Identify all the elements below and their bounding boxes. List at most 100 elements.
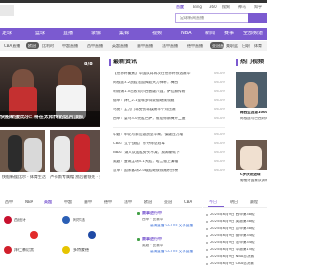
thumbnail-caption[interactable]: 卢卡斯专属帽 然后被领先 · 对手	[50, 175, 100, 179]
subnav-ligue1[interactable]: 法甲直播	[162, 44, 178, 48]
news-item[interactable]: 中超：申花与泰山激战至平局，保级压力增	[113, 133, 211, 137]
match-status: 赛事进行中	[142, 237, 162, 241]
subnav-sports[interactable]: 体育	[254, 44, 262, 48]
news-date: 06-09	[214, 133, 225, 136]
news-item[interactable]: 意甲：国米客场2-0取胜继续领跑积分榜	[113, 169, 211, 173]
subnav-belgium[interactable]: 比利时	[42, 44, 54, 48]
nav-item-live[interactable]: 直播	[63, 31, 73, 36]
news-item[interactable]: 西甲：皇马3-0完胜巴萨，维尼修斯梅开二度	[113, 117, 211, 121]
schedule-item[interactable]: 2025年6月9日 中超第15轮	[210, 248, 267, 252]
subnav-selected[interactable]: 欧冠	[28, 44, 36, 48]
site-logo[interactable]	[0, 5, 14, 16]
video-thumbnail[interactable]	[236, 140, 267, 170]
subnav-nba[interactable]: 美职篮	[226, 44, 238, 48]
schedule-item[interactable]: 2025年6月9日 英超第38轮	[210, 220, 267, 224]
news-item[interactable]: NBA：湖人队连胜势头不减，詹姆斯砍下	[113, 151, 211, 155]
nav-item-events[interactable]: 赛事	[224, 31, 234, 36]
tab-bundesliga[interactable]: 德甲	[104, 200, 112, 204]
tab-ligue1[interactable]: 法甲	[124, 200, 132, 204]
schedule-item[interactable]: 2025年6月9日 西甲第38轮	[210, 213, 267, 217]
schedule-item[interactable]: 2025年6月9日 NBA总决赛	[210, 255, 267, 259]
search-button[interactable]	[248, 13, 267, 23]
thumbnail-caption[interactable]: 快船新援比尔 · 体育生活	[2, 175, 46, 179]
news-item[interactable]: CBA：辽宁战胜广东夺得总冠军	[113, 142, 211, 146]
tab-cba[interactable]: CBA	[184, 200, 192, 204]
search-input[interactable]: 足球新闻直播	[175, 13, 250, 23]
news-item[interactable]: 马竞：主力门将受伤将缺席半个月比赛	[113, 108, 211, 112]
player-figure	[244, 82, 258, 108]
news-item[interactable]: 利物浦1-0击败切尔西晋级八强，萨拉赫传射	[113, 90, 211, 94]
match-status: 赛事进行中	[142, 211, 162, 215]
nav-item-replay[interactable]: 录像	[91, 31, 101, 36]
schedule-item[interactable]: 2025年6月9日 意甲第38轮	[210, 227, 267, 231]
subnav-laliga[interactable]: 西甲直播	[87, 44, 103, 48]
player-figure	[24, 138, 42, 172]
subnav-seriea[interactable]: 意甲直播	[137, 44, 153, 48]
search-tab-zhihu[interactable]: 知乎	[254, 5, 262, 9]
news-date: 06-09	[214, 160, 225, 163]
nav-item-highlights[interactable]: 集锦	[119, 31, 129, 36]
subnav-epl[interactable]: 英超直播	[112, 44, 128, 48]
hero-caption[interactable]: 快船新援比尔: 将在太阳传的这片顶队	[0, 115, 100, 120]
nav-item-nba[interactable]: NBA	[181, 31, 192, 36]
news-item[interactable]: 阿根廷3-2战胜法国捧起大力神杯，梅西	[113, 81, 211, 85]
tab-laliga[interactable]: 西甲	[5, 200, 13, 204]
video-thumbnail[interactable]	[236, 72, 267, 108]
tab-ucl[interactable]: 欧冠	[144, 200, 152, 204]
tab-tomorrow[interactable]: 明日	[230, 200, 238, 204]
video-desc: 阿根廷与巴西对阵	[240, 117, 267, 120]
tab-seriea[interactable]: 意甲	[84, 200, 92, 204]
schedule-item[interactable]: 2025年6月9日 CBA总决赛	[210, 262, 267, 266]
team-name[interactable]: 阿尔法	[73, 218, 85, 222]
search-tab-360[interactable]: 360	[209, 5, 217, 9]
bullet-icon	[206, 256, 208, 258]
subnav-cba[interactable]: CBA直播	[4, 44, 20, 48]
tab-today[interactable]: 今日	[209, 200, 217, 204]
match-stream-links[interactable]: 高清直播 CCTV5 文字直播	[150, 250, 200, 254]
nav-item-news[interactable]: 新闻	[205, 31, 215, 36]
news-item[interactable]: 德甲：拜仁2-1逆转多特蒙德继续领跑	[113, 99, 211, 103]
nav-item-basketball[interactable]: 篮球	[35, 31, 45, 36]
search-tab-baidu[interactable]: 百度	[176, 5, 184, 9]
news-item[interactable]: 英超：曼城主场5-1大胜，哈兰德上演帽	[113, 160, 211, 164]
nav-item-football[interactable]: 足球	[2, 31, 12, 36]
subnav-bundesliga[interactable]: 德甲直播	[187, 44, 203, 48]
player-figure	[54, 136, 70, 172]
video-title[interactable]: C罗庆祝进球	[240, 173, 267, 177]
bullet-icon	[206, 228, 208, 230]
schedule-item[interactable]: 2025年6月9日 德甲第34轮	[210, 234, 267, 238]
thumbnail-image[interactable]	[0, 130, 45, 172]
schedule-item[interactable]: 2025年6月9日 法甲第34轮	[210, 241, 267, 245]
subnav-csl[interactable]: 中超直播	[62, 44, 78, 48]
search-tab-sogou[interactable]: 搜狗	[222, 5, 230, 9]
team-logo-icon	[88, 231, 96, 239]
team-name[interactable]: 多特蒙德	[73, 248, 89, 252]
news-item[interactable]: 【世界杯聚焦】中国队将再次在世界杯预选赛中	[113, 72, 211, 76]
news-date: 06-09	[214, 151, 225, 154]
thumbnail-image[interactable]	[50, 130, 100, 172]
match-stream-links[interactable]: 高清直播 CCTV5 文字直播	[150, 224, 200, 228]
tab-acl[interactable]: 亚冠	[164, 200, 172, 204]
search-placeholder: 足球新闻直播	[180, 16, 204, 20]
subnav-jleague[interactable]: 日职	[242, 44, 250, 48]
nav-item-video[interactable]: 视频	[152, 31, 162, 36]
nav-item-all-channels[interactable]: 全部频道	[243, 31, 263, 36]
news-date: 06-09	[214, 81, 225, 84]
video-title[interactable]: 梅西生涯第1000场	[240, 111, 267, 115]
team-logo-icon	[62, 246, 70, 254]
team-name[interactable]: 拜仁慕尼黑	[14, 248, 34, 252]
search-tab-bing[interactable]: Bing	[193, 5, 202, 9]
tab-underline	[208, 206, 224, 207]
tab-epl[interactable]: 英超	[44, 200, 52, 204]
news-date: 06-09	[214, 117, 225, 120]
tab-nba[interactable]: NBA	[25, 200, 33, 204]
player-figure	[74, 134, 90, 172]
tab-csl[interactable]: 中超	[64, 200, 72, 204]
news-date: 06-09	[214, 142, 225, 145]
news-date: 06-09	[214, 99, 225, 102]
section-marker	[236, 59, 238, 66]
team-name[interactable]: 西班牙	[14, 218, 26, 222]
search-tab-shenma[interactable]: 神马	[238, 5, 246, 9]
tab-schedule[interactable]: 赛程	[250, 200, 258, 204]
bullet-icon	[206, 214, 208, 216]
